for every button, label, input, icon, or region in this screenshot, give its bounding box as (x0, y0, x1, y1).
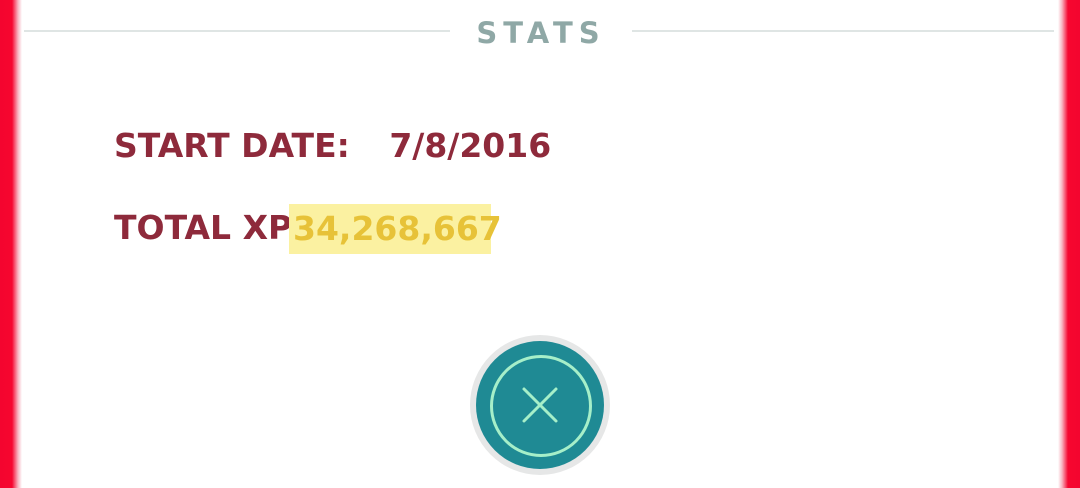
header-divider-left (24, 30, 450, 32)
start-date-label: START DATE: (114, 126, 350, 165)
right-frame-border (1058, 0, 1080, 488)
header-divider-right (632, 30, 1054, 32)
close-button[interactable] (476, 341, 604, 469)
close-icon (522, 387, 558, 423)
start-date-row: START DATE: 7/8/2016 (114, 126, 551, 165)
stats-header: STATS (22, 14, 1058, 54)
left-frame-border (0, 0, 22, 488)
total-xp-row: TOTAL XP 34,268,667 (114, 204, 502, 254)
start-date-value: 7/8/2016 (389, 126, 552, 165)
total-xp-value: 34,268,667 (289, 204, 502, 254)
total-xp-label: TOTAL XP (114, 208, 293, 247)
page-title: STATS (476, 16, 606, 50)
